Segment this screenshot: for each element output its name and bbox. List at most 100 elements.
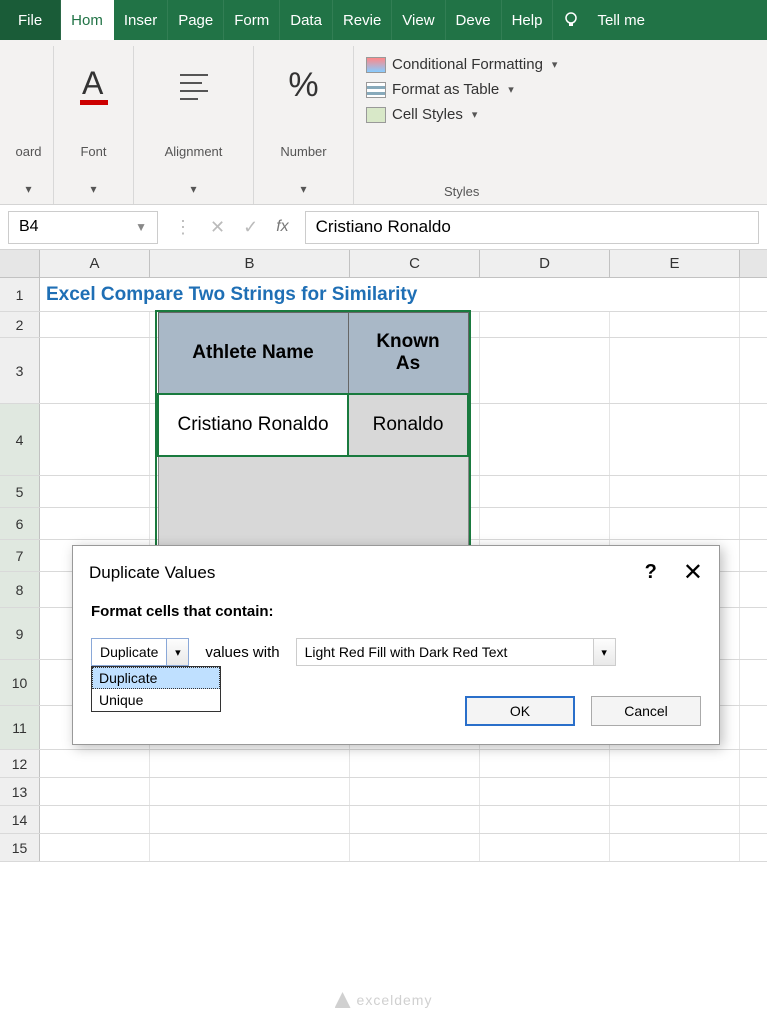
tab-insert[interactable]: Inser: [114, 0, 168, 40]
row-header[interactable]: 13: [0, 778, 40, 805]
cell[interactable]: [40, 778, 150, 805]
cell[interactable]: [40, 834, 150, 861]
row-header[interactable]: 6: [0, 508, 40, 539]
cell[interactable]: [480, 476, 610, 507]
cell[interactable]: [480, 312, 610, 337]
fx-icon[interactable]: fx: [276, 218, 288, 236]
cell[interactable]: [480, 508, 610, 539]
row-header[interactable]: 10: [0, 660, 40, 705]
header-athlete-name[interactable]: Athlete Name: [158, 313, 348, 395]
tab-view[interactable]: View: [392, 0, 445, 40]
combo-option-unique[interactable]: Unique: [92, 689, 220, 711]
cell[interactable]: [610, 778, 740, 805]
cell[interactable]: [480, 778, 610, 805]
tab-help[interactable]: Help: [502, 0, 554, 40]
help-icon[interactable]: ?: [645, 561, 657, 584]
tab-review[interactable]: Revie: [333, 0, 392, 40]
row-header[interactable]: 15: [0, 834, 40, 861]
cell[interactable]: [350, 778, 480, 805]
row-header[interactable]: 8: [0, 572, 40, 607]
cell[interactable]: [40, 312, 150, 337]
cell[interactable]: [610, 338, 740, 403]
alignment-icon[interactable]: [174, 50, 214, 120]
cancel-button[interactable]: Cancel: [591, 696, 701, 726]
row-header[interactable]: 4: [0, 404, 40, 475]
chevron-down-icon[interactable]: ▾: [190, 182, 196, 196]
col-header-c[interactable]: C: [350, 250, 480, 277]
row-header[interactable]: 1: [0, 278, 40, 311]
row-header[interactable]: 3: [0, 338, 40, 403]
cancel-icon[interactable]: ✕: [210, 217, 225, 238]
chevron-down-icon[interactable]: ▾: [166, 639, 188, 665]
row-header[interactable]: 9: [0, 608, 40, 659]
name-box[interactable]: B4 ▼: [8, 211, 158, 244]
row-header[interactable]: 2: [0, 312, 40, 337]
cell-b4[interactable]: Cristiano Ronaldo: [158, 394, 348, 456]
cell[interactable]: [150, 806, 350, 833]
cell[interactable]: [610, 834, 740, 861]
row-header[interactable]: 5: [0, 476, 40, 507]
cell[interactable]: [40, 508, 150, 539]
cell[interactable]: [610, 312, 740, 337]
row-header[interactable]: 7: [0, 540, 40, 571]
duplicate-unique-combo[interactable]: Duplicate ▾ Duplicate Unique: [91, 638, 189, 666]
col-header-a[interactable]: A: [40, 250, 150, 277]
cell[interactable]: [610, 750, 740, 777]
cell[interactable]: [40, 338, 150, 403]
cell[interactable]: [480, 338, 610, 403]
cell[interactable]: [610, 508, 740, 539]
col-header-b[interactable]: B: [150, 250, 350, 277]
check-icon[interactable]: ✓: [243, 217, 258, 238]
col-header-e[interactable]: E: [610, 250, 740, 277]
format-as-table-button[interactable]: Format as Table ▾: [366, 81, 557, 98]
cell[interactable]: [40, 806, 150, 833]
group-alignment: Alignment ▾: [134, 46, 254, 204]
conditional-formatting-button[interactable]: Conditional Formatting ▾: [366, 56, 557, 73]
percent-icon[interactable]: %: [288, 50, 318, 120]
fill-format-combo[interactable]: Light Red Fill with Dark Red Text ▾: [296, 638, 616, 666]
cell[interactable]: [610, 806, 740, 833]
cell[interactable]: [150, 750, 350, 777]
font-icon[interactable]: A: [76, 50, 112, 120]
tab-formulas[interactable]: Form: [224, 0, 280, 40]
lightbulb-icon[interactable]: [553, 0, 589, 40]
cell[interactable]: [480, 806, 610, 833]
tell-me[interactable]: Tell me: [589, 0, 653, 40]
ok-button[interactable]: OK: [465, 696, 575, 726]
tab-home[interactable]: Hom: [61, 0, 114, 40]
chevron-down-icon[interactable]: ▾: [90, 182, 96, 196]
cell[interactable]: [610, 404, 740, 475]
formula-input[interactable]: Cristiano Ronaldo: [305, 211, 759, 244]
chevron-down-icon[interactable]: ▾: [593, 639, 615, 665]
chevron-down-icon[interactable]: ▼: [135, 220, 147, 234]
cell-styles-button[interactable]: Cell Styles ▾: [366, 106, 557, 123]
cell[interactable]: [40, 476, 150, 507]
chevron-down-icon[interactable]: ▾: [25, 182, 31, 196]
col-header-d[interactable]: D: [480, 250, 610, 277]
tab-file[interactable]: File: [0, 0, 61, 40]
cell[interactable]: [610, 476, 740, 507]
cell[interactable]: [40, 750, 150, 777]
tab-page-layout[interactable]: Page: [168, 0, 224, 40]
close-icon[interactable]: ✕: [683, 558, 703, 587]
tab-developer[interactable]: Deve: [446, 0, 502, 40]
cell[interactable]: [350, 806, 480, 833]
cell[interactable]: [150, 778, 350, 805]
select-all-corner[interactable]: [0, 250, 40, 277]
cell[interactable]: [480, 750, 610, 777]
cell[interactable]: [350, 834, 480, 861]
row-header[interactable]: 14: [0, 806, 40, 833]
chevron-down-icon[interactable]: ▾: [300, 182, 306, 196]
row-header[interactable]: 12: [0, 750, 40, 777]
cell-c4[interactable]: Ronaldo: [348, 394, 468, 456]
cell[interactable]: [150, 834, 350, 861]
combo-option-duplicate[interactable]: Duplicate: [92, 667, 220, 689]
header-known-as[interactable]: Known As: [348, 313, 468, 395]
cell-a1[interactable]: Excel Compare Two Strings for Similarity: [40, 278, 740, 311]
cell[interactable]: [480, 834, 610, 861]
cell[interactable]: [480, 404, 610, 475]
tab-data[interactable]: Data: [280, 0, 333, 40]
cell[interactable]: [40, 404, 150, 475]
cell[interactable]: [350, 750, 480, 777]
row-header[interactable]: 11: [0, 706, 40, 749]
